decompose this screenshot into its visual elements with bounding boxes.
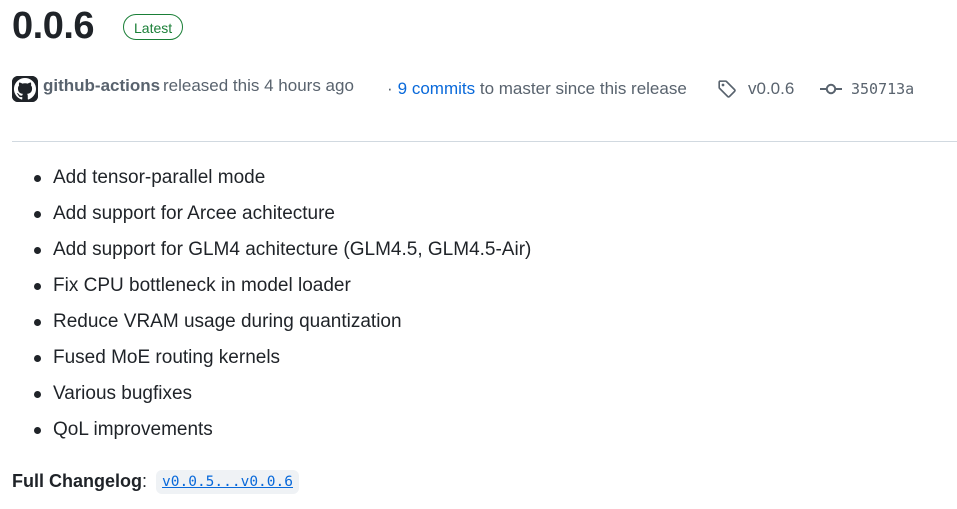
list-item-text: Add support for GLM4 achitecture (GLM4.5… [53, 239, 532, 260]
latest-badge: Latest [123, 14, 184, 40]
author-link[interactable]: github-actions [43, 76, 160, 96]
bullet [34, 319, 41, 326]
bullet [34, 355, 41, 362]
commits-suffix: to master since this release [479, 79, 687, 98]
commits-link[interactable]: 9 commits [398, 79, 475, 98]
list-item-text: Fused MoE routing kernels [53, 347, 281, 368]
list-item: Various bugfixes [0, 376, 531, 412]
list-item-text: Various bugfixes [53, 383, 193, 404]
list-item-text: Reduce VRAM usage during quantization [53, 311, 402, 332]
bullet [34, 247, 41, 254]
list-item-text: Add support for Arcee achitecture [53, 203, 335, 224]
full-changelog: Full Changelog: v0.0.5...v0.0.6 [12, 466, 299, 496]
commit-sha: 350713a [851, 80, 915, 98]
git-commit-icon [820, 83, 842, 95]
list-item: Reduce VRAM usage during quantization [0, 304, 531, 340]
tag-icon [718, 80, 736, 98]
github-octocat-icon[interactable] [12, 76, 38, 102]
tag-label: v0.0.6 [748, 79, 795, 98]
commits-since-release: · 9 commits to master since this release [387, 79, 687, 99]
release-notes-list: Add tensor-parallel mode Add support for… [0, 160, 531, 448]
list-item: Fused MoE routing kernels [0, 340, 531, 376]
list-item: Add support for Arcee achitecture [0, 196, 531, 232]
changelog-compare-link[interactable]: v0.0.5...v0.0.6 [156, 470, 299, 495]
list-item: Fix CPU bottleneck in model loader [0, 268, 531, 304]
list-item: Add support for GLM4 achitecture (GLM4.5… [0, 232, 531, 268]
changelog-separator: : [142, 471, 148, 491]
release-meta: github-actions released this 4 hours ago… [12, 74, 957, 102]
list-item: Add tensor-parallel mode [0, 160, 531, 196]
bullet [34, 211, 41, 218]
list-item: QoL improvements [0, 412, 531, 448]
release-title[interactable]: 0.0.6 [12, 4, 95, 48]
changelog-label: Full Changelog [12, 471, 142, 491]
list-item-text: Fix CPU bottleneck in model loader [53, 275, 351, 296]
divider [12, 141, 957, 142]
list-item-text: QoL improvements [53, 419, 213, 440]
released-time-text: released this 4 hours ago [163, 76, 354, 95]
bullet [34, 283, 41, 290]
list-item-text: Add tensor-parallel mode [53, 167, 266, 188]
bullet [34, 175, 41, 182]
bullet [34, 391, 41, 398]
bullet [34, 427, 41, 434]
separator-dot: · [387, 79, 393, 98]
